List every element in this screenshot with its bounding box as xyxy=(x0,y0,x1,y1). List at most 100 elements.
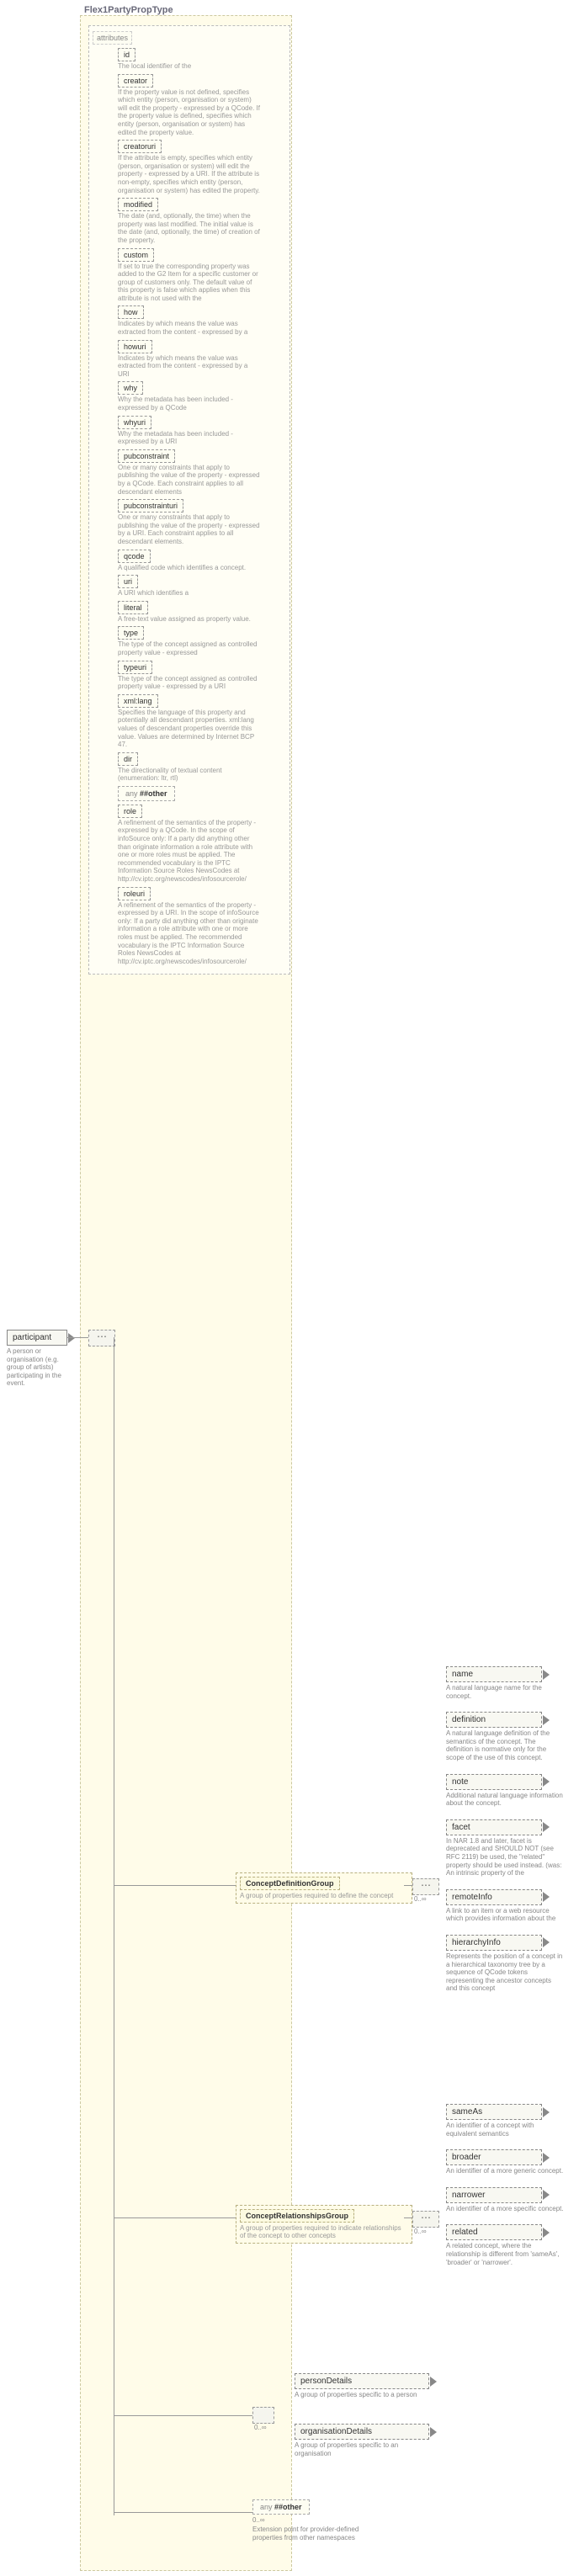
element-sameAs[interactable]: sameAs xyxy=(446,2104,542,2120)
element-hierarchyInfo[interactable]: hierarchyInfo xyxy=(446,1935,542,1951)
connector xyxy=(114,1885,236,1886)
element-desc: An identifier of a concept with equivale… xyxy=(446,2122,564,2138)
attr-row: idThe local identifier of the xyxy=(118,48,269,71)
expand-icon xyxy=(543,1715,550,1725)
child-element-row: facet In NAR 1.8 and later, facet is depr… xyxy=(446,1819,564,1878)
connector xyxy=(114,2512,252,2513)
expand-icon xyxy=(543,1822,550,1832)
sequence-node[interactable] xyxy=(88,1330,115,1346)
any-attribute-box[interactable]: any ##other xyxy=(118,786,175,801)
attr-desc: Why the metadata has been included - exp… xyxy=(118,396,261,412)
attr-dir[interactable]: dir xyxy=(118,752,138,766)
attr-desc: The directionality of textual content (e… xyxy=(118,767,261,783)
attr-desc: The date (and, optionally, the time) whe… xyxy=(118,212,261,244)
sequence-node[interactable] xyxy=(412,1878,439,1895)
element-facet[interactable]: facet xyxy=(446,1819,542,1835)
attr-desc: A URI which identifies a xyxy=(118,589,261,598)
attr-creator[interactable]: creator xyxy=(118,74,153,88)
attr-row: howuriIndicates by which means the value… xyxy=(118,340,269,379)
element-desc: Additional natural language information … xyxy=(446,1792,564,1808)
extension-row: any ##other 0..∞ Extension point for pro… xyxy=(252,2499,387,2541)
group-desc: A group of properties required to indica… xyxy=(240,2224,408,2239)
element-narrower[interactable]: narrower xyxy=(446,2187,542,2203)
extension-desc: Extension point for provider-defined pro… xyxy=(252,2526,387,2541)
attr-desc: Why the metadata has been included - exp… xyxy=(118,430,261,446)
element-related[interactable]: related xyxy=(446,2224,542,2240)
attr-row: uriA URI which identifies a xyxy=(118,575,269,598)
child-element-row: definitionA natural language definition … xyxy=(446,1712,564,1761)
participant-desc: A person or organisation (e.g. group of … xyxy=(7,1347,67,1388)
element-remoteInfo[interactable]: remoteInfo xyxy=(446,1889,542,1905)
attr-desc: Indicates by which means the value was e… xyxy=(118,354,261,379)
attr-desc: If the property value is not defined, sp… xyxy=(118,88,261,137)
attr-xml:lang[interactable]: xml:lang xyxy=(118,694,158,708)
attr-row: modifiedThe date (and, optionally, the t… xyxy=(118,198,269,244)
attr-row: whyuriWhy the metadata has been included… xyxy=(118,416,269,446)
attr-desc: One or many constraints that apply to pu… xyxy=(118,513,261,545)
child-element-row: remoteInfo A link to an item or a web res… xyxy=(446,1889,564,1923)
element-desc: In NAR 1.8 and later, facet is deprecate… xyxy=(446,1837,564,1878)
person-details-row: personDetails A group of properties spec… xyxy=(295,2373,429,2399)
attr-qcode[interactable]: qcode xyxy=(118,550,151,563)
attr-custom[interactable]: custom xyxy=(118,248,154,262)
child-element-row: broader An identifier of a more generic c… xyxy=(446,2149,564,2175)
attr-modified[interactable]: modified xyxy=(118,198,158,211)
role-box[interactable]: role xyxy=(118,805,142,818)
connector xyxy=(114,2217,236,2218)
sequence-node[interactable] xyxy=(412,2211,439,2228)
attr-row: pubconstrainturiOne or many constraints … xyxy=(118,499,269,545)
attr-desc: The local identifier of the xyxy=(118,62,261,71)
connector xyxy=(404,2217,412,2218)
attr-pubconstraint[interactable]: pubconstraint xyxy=(118,449,175,463)
attr-literal[interactable]: literal xyxy=(118,601,148,614)
child-element-row: name A natural language name for the conc… xyxy=(446,1666,564,1700)
attr-type[interactable]: type xyxy=(118,626,144,640)
choice-node[interactable] xyxy=(252,2407,274,2424)
participant-element[interactable]: participant xyxy=(7,1330,67,1346)
any-value: ##other xyxy=(140,789,167,798)
expand-icon xyxy=(430,2427,437,2437)
org-details-row: organisationDetails A group of propertie… xyxy=(295,2424,429,2457)
element-note[interactable]: note xyxy=(446,1774,542,1790)
attr-whyuri[interactable]: whyuri xyxy=(118,416,151,429)
attributes-label: attributes xyxy=(93,31,132,45)
attr-pubconstrainturi[interactable]: pubconstrainturi xyxy=(118,499,183,513)
type-name: Flex1PartyPropType xyxy=(84,5,173,15)
attr-desc: If set to true the corresponding propert… xyxy=(118,263,261,303)
attr-how[interactable]: how xyxy=(118,305,144,319)
roleuri-box[interactable]: roleuri xyxy=(118,887,151,900)
attr-howuri[interactable]: howuri xyxy=(118,340,152,353)
element-name[interactable]: name xyxy=(446,1666,542,1682)
roleuri-desc: A refinement of the semantics of the pro… xyxy=(118,901,261,966)
attr-why[interactable]: why xyxy=(118,381,143,395)
attr-row: qcodeA qualified code which identifies a… xyxy=(118,550,269,572)
org-details-element[interactable]: organisationDetails xyxy=(295,2424,429,2440)
element-definition[interactable]: definition xyxy=(446,1712,542,1728)
attributes-container: attributes idThe local identifier of the… xyxy=(88,25,290,975)
element-desc: Represents the position of a concept in … xyxy=(446,1952,564,1993)
attr-uri[interactable]: uri xyxy=(118,575,138,588)
group-title[interactable]: ConceptDefinitionGroup xyxy=(240,1877,340,1890)
attr-creatoruri[interactable]: creatoruri xyxy=(118,140,162,153)
attr-row: dirThe directionality of textual content… xyxy=(118,752,269,783)
element-desc: A link to an item or a web resource whic… xyxy=(446,1907,564,1923)
attr-typeuri[interactable]: typeuri xyxy=(118,661,152,674)
group-title[interactable]: ConceptRelationshipsGroup xyxy=(240,2209,354,2223)
attr-row: xml:langSpecifies the language of this p… xyxy=(118,694,269,749)
diagram-canvas: Flex1PartyPropType participant A person … xyxy=(0,0,579,2576)
element-desc: A natural language name for the concept. xyxy=(446,1684,564,1700)
element-broader[interactable]: broader xyxy=(446,2149,542,2165)
attr-desc: If the attribute is empty, specifies whi… xyxy=(118,154,261,194)
child-element-row: narrowerAn identifier of a more specific… xyxy=(446,2187,564,2213)
concept-relationships-group: ConceptRelationshipsGroup A group of pro… xyxy=(236,2205,412,2244)
attr-role: role A refinement of the semantics of th… xyxy=(118,805,269,884)
extension-any-box[interactable]: any ##other xyxy=(252,2499,310,2515)
element-desc: An identifier of a more generic concept. xyxy=(446,2167,564,2175)
attr-roleuri: roleuri A refinement of the semantics of… xyxy=(118,887,269,966)
attr-id[interactable]: id xyxy=(118,48,135,61)
connector xyxy=(114,2415,252,2416)
expand-icon xyxy=(543,2190,550,2200)
person-details-element[interactable]: personDetails xyxy=(295,2373,429,2389)
attr-row: typeThe type of the concept assigned as … xyxy=(118,626,269,656)
attr-desc: Indicates by which means the value was e… xyxy=(118,320,261,336)
